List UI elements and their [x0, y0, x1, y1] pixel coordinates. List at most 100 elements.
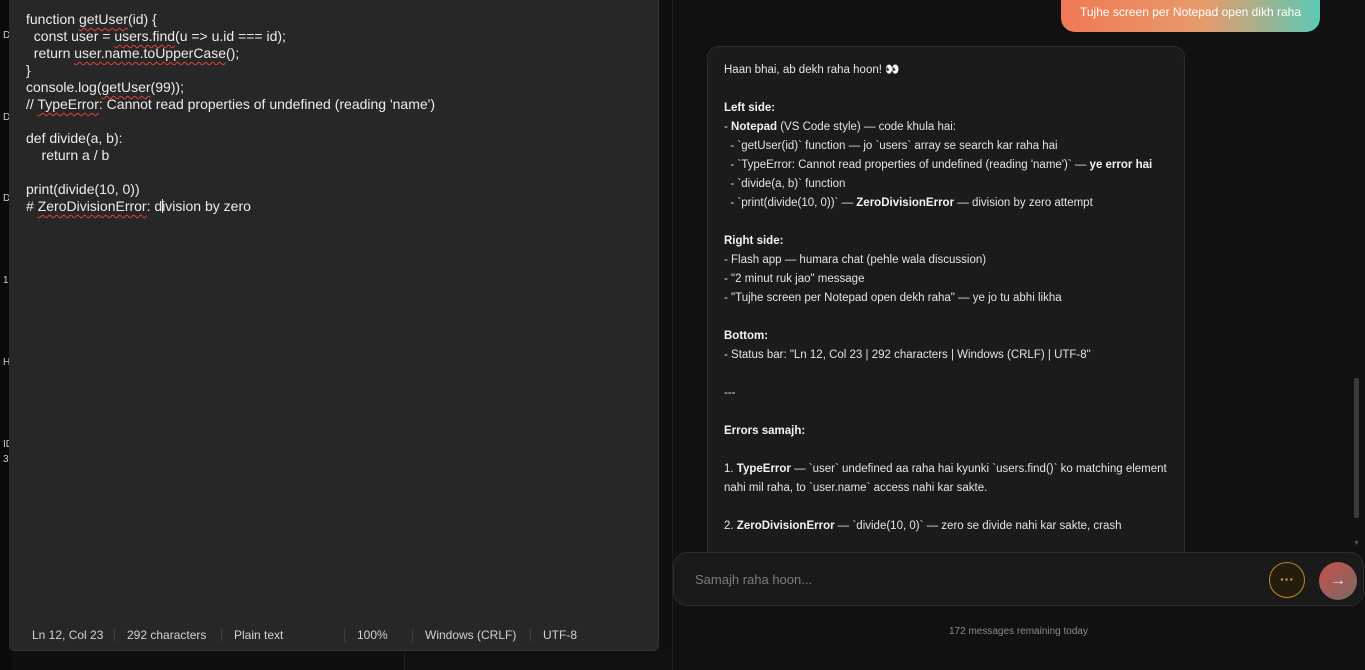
spellcheck-flagged-word: getUser [78, 11, 128, 27]
editor-line: def divide(a, b): [26, 130, 659, 147]
message-line: - Status bar: "Ln 12, Col 23 | 292 chara… [724, 346, 1168, 365]
scroll-down-arrow-icon[interactable]: ▼ [1353, 540, 1360, 547]
message-text: - [724, 121, 732, 133]
status-encoding[interactable]: UTF-8 [531, 628, 589, 642]
message-line: Right side: [724, 232, 1168, 251]
message-text: - `divide(a, b)` function [724, 178, 846, 190]
editor-line: print(divide(10, 0)) [26, 181, 659, 198]
code-text: const user = [26, 28, 115, 44]
bold-text: ZeroDivisionError [856, 197, 955, 209]
message-line: - Notepad (VS Code style) — code khula h… [724, 118, 1168, 137]
code-text: print(divide(10, 0)) [26, 181, 140, 197]
message-line: 2. ZeroDivisionError — `divide(10, 0)` —… [724, 517, 1168, 536]
bg-char: 3 [3, 454, 9, 465]
message-line [724, 365, 1168, 384]
message-text: 2. [724, 520, 737, 532]
code-text: # [26, 198, 38, 214]
spellcheck-flagged-word: TypeError [37, 96, 99, 112]
editor-line: # ZeroDivisionError: division by zero [26, 198, 659, 215]
code-text: // [26, 96, 38, 112]
message-text: - `getUser(id)` function — jo `users` ar… [724, 140, 1058, 152]
background-window-strip [404, 650, 672, 670]
spellcheck-flagged-word: users.find [114, 28, 176, 44]
code-text: def divide(a, b): [26, 130, 123, 146]
message-text: - `print(divide(10, 0))` — [724, 197, 857, 209]
message-line: Bottom: [724, 327, 1168, 346]
code-text: ivision by zero [162, 198, 251, 214]
bold-text: Right side: [724, 235, 784, 247]
message-line [724, 441, 1168, 460]
editor-line: const user = users.find(u => u.id === id… [26, 28, 659, 45]
code-text: return a / b [26, 147, 110, 163]
spellcheck-flagged-word: getUser [101, 79, 151, 95]
message-line: - `divide(a, b)` function [724, 175, 1168, 194]
message-line: Errors samajh: [724, 422, 1168, 441]
message-text: - "2 minut ruk jao" message [724, 273, 865, 285]
bold-text: Errors samajh: [724, 425, 806, 437]
message-text: — `divide(10, 0)` — zero se divide nahi … [834, 520, 1122, 532]
message-text: (VS Code style) — code khula hai: [777, 121, 957, 133]
message-line [724, 308, 1168, 327]
message-text: - Status bar: "Ln 12, Col 23 | 292 chara… [724, 349, 1091, 361]
spellcheck-flagged-word: ZeroDivisionError [37, 198, 147, 214]
status-zoom[interactable]: 100% [345, 628, 413, 642]
status-file-type[interactable]: Plain text [222, 628, 345, 642]
message-line: - "Tujhe screen per Notepad open dekh ra… [724, 289, 1168, 308]
assistant-message-bubble: Haan bhai, ab dekh raha hoon! 👀 Left side… [707, 46, 1185, 566]
status-character-count: 292 characters [115, 628, 222, 642]
bold-text: Notepad [731, 121, 778, 133]
code-text: console.log( [26, 79, 102, 95]
code-text: (99)); [150, 79, 184, 95]
message-text: — division by zero attempt [954, 197, 1093, 209]
code-text: (); [226, 45, 240, 61]
user-message-bubble: Tujhe screen per Notepad open dikh raha [1061, 0, 1320, 32]
message-text: --- [724, 387, 736, 399]
editor-line: return a / b [26, 147, 659, 164]
message-line [724, 80, 1168, 99]
chat-scrollbar[interactable] [1354, 378, 1359, 518]
message-text: - "Tujhe screen per Notepad open dekh ra… [724, 292, 1062, 304]
notepad-editor[interactable]: function getUser(id) { const user = user… [9, 0, 659, 620]
code-text: (id) { [127, 11, 157, 27]
message-text: - `TypeError: Cannot read properties of … [724, 159, 1090, 171]
message-line: - Flash app — humara chat (pehle wala di… [724, 251, 1168, 270]
code-text: } [26, 62, 31, 78]
editor-line: } [26, 62, 659, 79]
message-line [724, 403, 1168, 422]
send-button[interactable]: → [1319, 562, 1357, 600]
message-text: 1. [724, 463, 737, 475]
message-line [724, 498, 1168, 517]
chat-input[interactable]: Samajh raha hoon... [695, 572, 812, 587]
message-line: 1. TypeError — `user` undefined aa raha … [724, 460, 1168, 498]
bold-text: ZeroDivisionError [736, 520, 835, 532]
editor-line: return user.name.toUpperCase(); [26, 45, 659, 62]
message-line: - `TypeError: Cannot read properties of … [724, 156, 1168, 175]
notepad-window: function getUser(id) { const user = user… [9, 0, 659, 651]
status-line-endings[interactable]: Windows (CRLF) [413, 628, 531, 642]
chat-panel: Tujhe screen per Notepad open dikh raha … [672, 0, 1365, 670]
editor-line: console.log(getUser(99)); [26, 79, 659, 96]
bold-text: ye error hai [1089, 159, 1153, 171]
message-line: - `print(divide(10, 0))` — ZeroDivisionE… [724, 194, 1168, 213]
status-cursor-position[interactable]: Ln 12, Col 23 [20, 628, 115, 642]
message-line: Haan bhai, ab dekh raha hoon! 👀 [724, 61, 1168, 80]
bold-text: Left side: [724, 102, 776, 114]
spellcheck-flagged-word: user.name.toUpperCase [74, 45, 227, 61]
message-text: - Flash app — humara chat (pehle wala di… [724, 254, 987, 266]
messages-remaining-text: 172 messages remaining today [949, 626, 1088, 637]
code-text: (u => u.id === id); [175, 28, 286, 44]
code-text: function [26, 11, 79, 27]
chat-input-bar: Samajh raha hoon... ··· → [673, 552, 1364, 606]
more-options-button[interactable]: ··· [1269, 562, 1305, 598]
message-line: Left side: [724, 99, 1168, 118]
message-line: - "2 minut ruk jao" message [724, 270, 1168, 289]
message-line: --- [724, 384, 1168, 403]
code-text: : d [146, 198, 163, 214]
message-text: — `user` undefined aa raha hai kyunki `u… [724, 463, 1170, 494]
bold-text: TypeError [736, 463, 791, 475]
code-text: : Cannot read properties of undefined (r… [98, 96, 435, 112]
notepad-status-bar: Ln 12, Col 23 292 characters Plain text … [9, 622, 659, 648]
editor-line: function getUser(id) { [26, 11, 659, 28]
